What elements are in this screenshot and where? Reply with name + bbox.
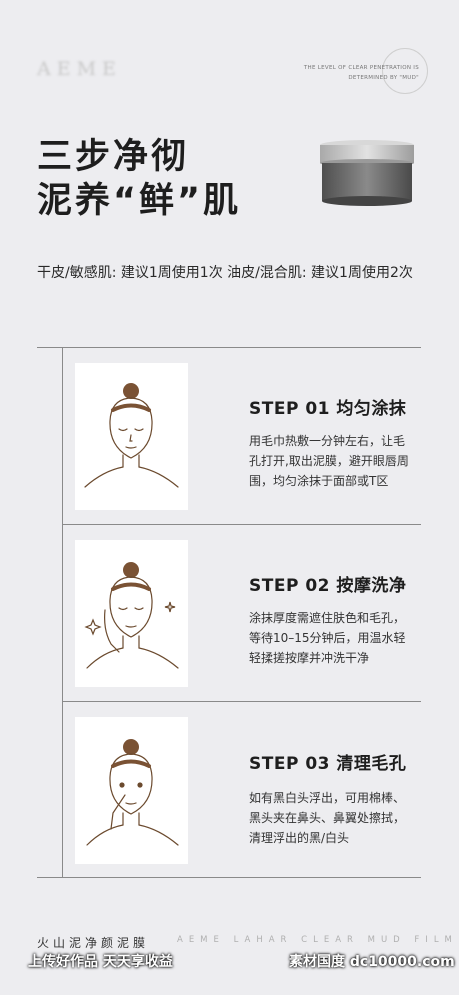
step-1-illustration xyxy=(75,363,188,510)
watermark-left: 上传好作品 天天享收益 xyxy=(28,954,173,970)
watermark-right: 素材国度 dc10000.com xyxy=(289,954,455,970)
headline-line-2: 泥养“鲜”肌 xyxy=(37,181,242,221)
divider-top xyxy=(37,347,421,348)
step-2-description: 涂抹厚度需遮住肤色和毛孔， 等待10–15分钟后，用温水轻 轻揉搓按摩并冲洗干净 xyxy=(249,608,429,668)
divider-1 xyxy=(62,524,421,525)
step-1-line: 用毛巾热敷一分钟左右，让毛 xyxy=(249,434,406,448)
usage-frequency: 干皮/敏感肌: 建议1周使用1次 油皮/混合肌: 建议1周使用2次 xyxy=(37,265,413,281)
step-1-line: 围，均匀涂抹于面部或T区 xyxy=(249,474,389,488)
step-3-illustration xyxy=(75,717,188,864)
step-3-title: STEP 03 清理毛孔 xyxy=(249,754,407,774)
product-name: 火山泥净颜泥膜 xyxy=(37,936,150,950)
timeline-line xyxy=(62,347,63,877)
step-1-description: 用毛巾热敷一分钟左右，让毛 孔打开,取出泥膜，避开眼唇周 围，均匀涂抹于面部或T… xyxy=(249,431,429,491)
product-name-english: AEME LAHAR CLEAR MUD FILM xyxy=(177,935,458,945)
step-2-illustration xyxy=(75,540,188,687)
step-3-line: 如有黑白头浮出，可用棉棒、 xyxy=(249,791,406,805)
divider-bottom xyxy=(37,877,421,878)
tagline: THE LEVEL OF CLEAR PENETRATION IS DETERM… xyxy=(289,63,419,83)
tagline-line-1: THE LEVEL OF CLEAR PENETRATION IS xyxy=(303,65,419,71)
step-2-line: 涂抹厚度需遮住肤色和毛孔， xyxy=(249,611,406,625)
divider-2 xyxy=(62,701,421,702)
tagline-line-2: DETERMINED BY "MUD" xyxy=(348,75,419,81)
step-3-line: 黑头夹在鼻头、鼻翼处擦拭， xyxy=(249,811,406,825)
brand-logo: AEME xyxy=(37,58,122,80)
step-3-line: 清理浮出的黑/白头 xyxy=(249,831,350,845)
step-1-line: 孔打开,取出泥膜，避开眼唇周 xyxy=(249,454,409,468)
product-jar-image xyxy=(320,140,414,206)
step-3-description: 如有黑白头浮出，可用棉棒、 黑头夹在鼻头、鼻翼处擦拭， 清理浮出的黑/白头 xyxy=(249,788,429,848)
step-2-line: 轻揉搓按摩并冲洗干净 xyxy=(249,651,370,665)
step-2-line: 等待10–15分钟后，用温水轻 xyxy=(249,631,406,645)
step-1-title: STEP 01 均匀涂抹 xyxy=(249,399,407,419)
step-2-title: STEP 02 按摩洗净 xyxy=(249,576,407,596)
